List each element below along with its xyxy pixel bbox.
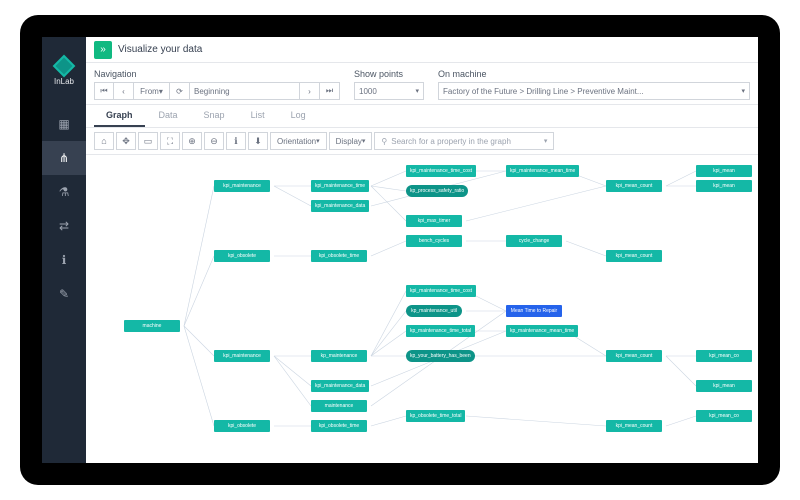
showpoints-label: Show points [354, 69, 424, 79]
graph-node[interactable]: kpi_mean_count [606, 180, 662, 192]
graph-node[interactable]: kp_maintenance [311, 350, 367, 362]
graph-node[interactable]: kpi_mean_count [606, 420, 662, 432]
home-button[interactable]: ⌂ [94, 132, 114, 150]
graph-node[interactable]: kpi_maintenance [214, 180, 270, 192]
graph-node[interactable]: kpi_maintenance_data [311, 380, 369, 392]
sidebar: InLab ▦ ⋔ ⚗ ⇄ ℹ ✎ [42, 37, 86, 463]
logo-icon [53, 55, 76, 78]
graph-node[interactable]: kp_obsolete_time_total [406, 410, 465, 422]
graph-node[interactable]: machine [124, 320, 180, 332]
graph-node[interactable]: kpi_mean [696, 165, 752, 177]
nav-first-button[interactable]: ⏮ [94, 82, 114, 100]
sidebar-item-alarms[interactable]: ⚗ [42, 175, 86, 209]
graph-node[interactable]: kpi_maintenance_time_cost [406, 285, 476, 297]
graph-node[interactable]: kp_process_safety_ratio [406, 185, 468, 197]
navigation-label: Navigation [94, 69, 340, 79]
nav-prev-button[interactable]: ‹ [114, 82, 134, 100]
graph-node[interactable]: kpi_mean [696, 180, 752, 192]
nav-beginning-field[interactable]: Beginning [190, 82, 300, 100]
sidebar-item-settings[interactable]: ✎ [42, 277, 86, 311]
graph-node[interactable]: kpi_mean_count [606, 350, 662, 362]
graph-node[interactable]: kp_maintenance_mean_time [506, 325, 578, 337]
top-strip: » Visualize your data [86, 37, 758, 63]
graph-node[interactable]: kpi_maintenance_mean_time [506, 165, 579, 177]
sidebar-item-graph[interactable]: ⋔ [42, 141, 86, 175]
machine-label: On machine [438, 69, 750, 79]
graph-node[interactable]: cycle_change [506, 235, 562, 247]
graph-node[interactable]: kpi_maintenance_time [311, 180, 369, 192]
tabs: Graph Data Snap List Log [86, 105, 758, 128]
machine-select[interactable]: Factory of the Future > Drilling Line > … [438, 82, 750, 100]
graph-node[interactable]: kpi_mean_co [696, 350, 752, 362]
graph-node[interactable]: kp_maintenance_time_total [406, 325, 475, 337]
info-button[interactable]: ℹ [226, 132, 246, 150]
graph-node[interactable]: kpi_max_timer [406, 215, 462, 227]
brand-name: InLab [54, 77, 74, 86]
sidebar-item-dashboard[interactable]: ▦ [42, 107, 86, 141]
graph-search-input[interactable]: ⚲ Search for a property in the graph [374, 132, 554, 150]
tab-list[interactable]: List [239, 105, 277, 127]
tab-graph[interactable]: Graph [94, 105, 145, 127]
display-select[interactable]: Display [329, 132, 373, 150]
sidebar-item-flows[interactable]: ⇄ [42, 209, 86, 243]
logo: InLab [42, 37, 86, 107]
graph-node[interactable]: kpi_maintenance [214, 350, 270, 362]
nav-last-button[interactable]: ⏭ [320, 82, 340, 100]
tab-log[interactable]: Log [279, 105, 318, 127]
fullscreen-button[interactable]: ⛶ [160, 132, 180, 150]
graph-canvas[interactable]: machine kpi_maintenance kpi_obsolete kpi_ma… [86, 155, 758, 463]
tab-snap[interactable]: Snap [192, 105, 237, 127]
graph-node[interactable]: kpi_obsolete [214, 420, 270, 432]
graph-node[interactable]: kpi_mean_co [696, 410, 752, 422]
page-title: Visualize your data [118, 44, 202, 55]
nav-refresh-button[interactable]: ⟳ [170, 82, 190, 100]
graph-node[interactable]: kpi_maintenance_time_cost [406, 165, 476, 177]
controls-bar: Navigation ⏮ ‹ From ▾ ⟳ Beginning › ⏭ Sh… [86, 63, 758, 105]
showpoints-select[interactable]: 1000 [354, 82, 424, 100]
nav-from-select[interactable]: From ▾ [134, 82, 170, 100]
graph-node[interactable]: Mean Time to Repair [506, 305, 562, 317]
graph-node[interactable]: kp_your_battery_has_been [406, 350, 475, 362]
zoom-in-button[interactable]: ⊕ [182, 132, 202, 150]
orientation-select[interactable]: Orientation [270, 132, 327, 150]
graph-node[interactable]: bench_cycles [406, 235, 462, 247]
zoom-out-button[interactable]: ⊖ [204, 132, 224, 150]
graph-node[interactable]: kpi_obsolete_time [311, 420, 367, 432]
graph-node[interactable]: kpi_mean [696, 380, 752, 392]
graph-node[interactable]: maintenance [311, 400, 367, 412]
download-button[interactable]: ⬇ [248, 132, 268, 150]
graph-toolbar: ⌂ ✥ ▭ ⛶ ⊕ ⊖ ℹ ⬇ Orientation Display ⚲ Se… [86, 128, 758, 155]
sidebar-item-info[interactable]: ℹ [42, 243, 86, 277]
pointer-button[interactable]: ▭ [138, 132, 158, 150]
nav-next-button[interactable]: › [300, 82, 320, 100]
graph-node[interactable]: kpi_obsolete [214, 250, 270, 262]
graph-node[interactable]: kp_maintenance_util [406, 305, 462, 317]
graph-node[interactable]: kpi_mean_count [606, 250, 662, 262]
tab-data[interactable]: Data [147, 105, 190, 127]
graph-node[interactable]: kpi_maintenance_data [311, 200, 369, 212]
graph-node[interactable]: kpi_obsolete_time [311, 250, 367, 262]
pan-button[interactable]: ✥ [116, 132, 136, 150]
expand-icon[interactable]: » [94, 41, 112, 59]
